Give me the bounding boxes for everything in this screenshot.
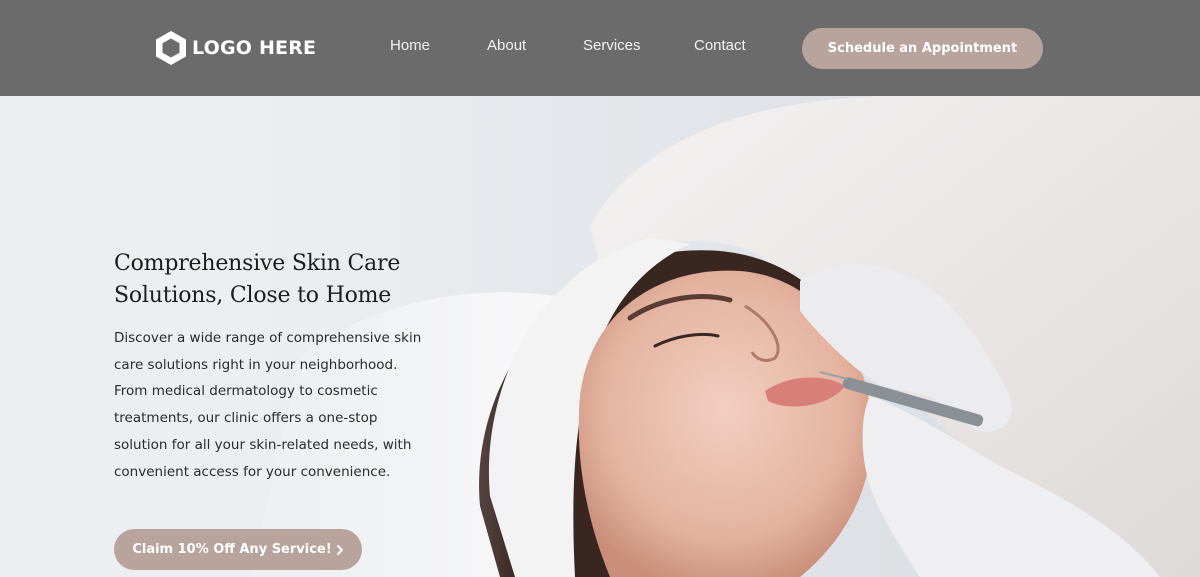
nav-link-about[interactable]: About [487,37,526,54]
hero-headline: Comprehensive Skin Care Solutions, Close… [114,248,434,312]
hero-description: Discover a wide range of comprehensive s… [114,330,422,480]
claim-discount-button[interactable]: Claim 10% Off Any Service! [114,529,362,570]
hero-headline-line-2: Solutions, Close to Home [114,283,392,308]
logo[interactable]: LOGO HERE [154,30,316,66]
logo-text: LOGO HERE [192,37,317,59]
hero-section: Comprehensive Skin Care Solutions, Close… [0,96,1200,577]
nav-link-home[interactable]: Home [390,37,430,54]
nav-link-services[interactable]: Services [583,37,641,54]
top-navigation-bar: LOGO HERE Home About Services Contact Sc… [0,0,1200,96]
chevron-right-icon [336,544,343,555]
hero-headline-line-1: Comprehensive Skin Care [114,251,401,276]
claim-discount-label: Claim 10% Off Any Service! [132,542,332,557]
schedule-appointment-button[interactable]: Schedule an Appointment [802,28,1043,69]
hexagon-logo-icon [156,31,186,65]
nav-link-contact[interactable]: Contact [694,37,746,54]
